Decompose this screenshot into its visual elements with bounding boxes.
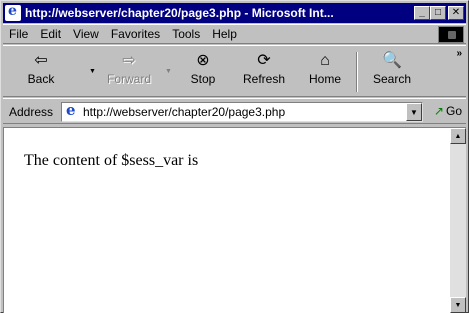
menu-tools[interactable]: Tools <box>172 27 200 41</box>
menu-help[interactable]: Help <box>212 27 237 41</box>
refresh-label: Refresh <box>242 72 286 86</box>
page-text: The content of $sess_var is <box>24 152 199 169</box>
toolbar-overflow-chevron-icon[interactable]: » <box>456 48 462 59</box>
address-input[interactable]: http://webserver/chapter20/page3.php ▼ <box>61 101 423 122</box>
home-button[interactable]: ⌂ Home <box>303 50 347 94</box>
throbber-logo-icon <box>438 26 464 43</box>
minimize-button[interactable]: _ <box>414 6 430 20</box>
stop-icon: ⊗ <box>196 52 210 69</box>
menu-view[interactable]: View <box>73 27 99 41</box>
go-arrow-icon: ↗ <box>433 104 444 118</box>
forward-dropdown-icon[interactable]: ▼ <box>165 68 172 75</box>
stop-label: Stop <box>190 72 216 86</box>
title-bar[interactable]: http://webserver/chapter20/page3.php - M… <box>3 3 466 23</box>
go-label: Go <box>445 104 462 118</box>
go-button[interactable]: ↗ Go <box>434 104 462 118</box>
back-dropdown-icon[interactable]: ▼ <box>89 68 96 75</box>
scroll-down-button[interactable]: ▼ <box>450 297 466 313</box>
browser-window: http://webserver/chapter20/page3.php - M… <box>0 0 469 313</box>
home-icon: ⌂ <box>320 52 330 69</box>
ie-logo-icon <box>5 3 21 21</box>
address-label: Address <box>9 105 54 119</box>
window-controls: _ □ ✕ <box>414 6 464 20</box>
address-url[interactable]: http://webserver/chapter20/page3.php <box>83 105 285 119</box>
back-arrow-icon: ⇦ <box>34 52 48 69</box>
forward-button[interactable]: ⇨ Forward <box>101 50 157 94</box>
forward-label: Forward <box>106 72 151 86</box>
scroll-up-button[interactable]: ▲ <box>450 128 466 144</box>
search-button[interactable]: 🔍 Search <box>369 50 415 94</box>
address-dropdown-button[interactable]: ▼ <box>406 103 422 121</box>
menu-edit[interactable]: Edit <box>40 27 61 41</box>
toolbar-separator <box>356 52 358 92</box>
maximize-button[interactable]: □ <box>430 6 446 20</box>
page-icon <box>65 101 79 119</box>
forward-arrow-icon: ⇨ <box>122 52 136 69</box>
menu-favorites[interactable]: Favorites <box>111 27 160 41</box>
search-icon: 🔍 <box>382 52 402 69</box>
standard-toolbar: ⇦ Back ▼ ⇨ Forward ▼ ⊗ Stop ⟳ Refresh ⌂ … <box>3 45 466 97</box>
menu-bar: File Edit View Favorites Tools Help <box>3 24 466 44</box>
window-title: http://webserver/chapter20/page3.php - M… <box>25 6 334 20</box>
stop-button[interactable]: ⊗ Stop <box>185 50 221 94</box>
vertical-scrollbar[interactable]: ▲ ▼ <box>450 128 466 313</box>
home-label: Home <box>308 72 341 86</box>
search-label: Search <box>372 72 412 86</box>
back-label: Back <box>27 72 55 86</box>
page-content: The content of $sess_var is ▲ ▼ <box>3 127 466 313</box>
menu-file[interactable]: File <box>9 27 28 41</box>
close-button[interactable]: ✕ <box>448 6 464 20</box>
back-button[interactable]: ⇦ Back <box>21 50 61 94</box>
refresh-button[interactable]: ⟳ Refresh <box>239 50 289 94</box>
refresh-icon: ⟳ <box>257 52 271 69</box>
address-bar: Address http://webserver/chapter20/page3… <box>3 98 466 124</box>
